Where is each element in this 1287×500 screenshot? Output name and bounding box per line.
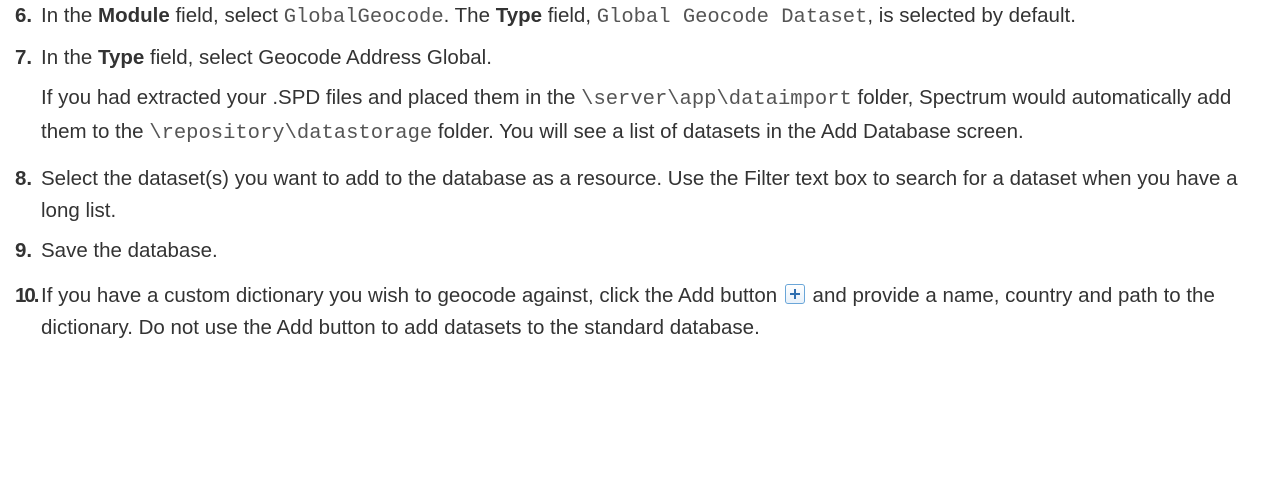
step-text: In the [41, 4, 98, 27]
step-text: field, select Geocode Address Global. [144, 46, 492, 69]
step-6: 6. In the Module field, select GlobalGeo… [15, 0, 1267, 34]
code-dataimport-path: \server\app\dataimport [581, 88, 852, 111]
step-text: Save the database. [41, 239, 218, 262]
para-text: If you had extracted your .SPD files and… [41, 86, 582, 109]
step-text: field, [542, 4, 597, 27]
document-body: 6. In the Module field, select GlobalGeo… [0, 0, 1287, 344]
bold-term-type: Type [495, 4, 543, 27]
plus-add-icon [784, 284, 805, 304]
step-10: 10. If you have a custom dictionary you … [15, 280, 1267, 344]
step-number: 10. [15, 284, 39, 307]
step-text: Select the dataset(s) you want to add to… [41, 167, 1238, 222]
bold-term-type: Type [98, 46, 145, 69]
step-number: 7. [15, 46, 33, 69]
step-text: If you have a custom dictionary you wish… [41, 284, 783, 307]
para-text: folder. You will see a list of datasets … [432, 120, 1024, 143]
step-number: 9. [15, 239, 33, 262]
code-dataset-type: Global Geocode Dataset [596, 6, 868, 29]
code-datastorage-path: \repository\datastorage [149, 122, 433, 145]
step-number: 6. [15, 4, 33, 27]
step-8: 8. Select the dataset(s) you want to add… [15, 163, 1267, 227]
code-globalgeocode: GlobalGeocode [283, 6, 444, 29]
step-number: 8. [15, 167, 33, 190]
step-7: 7. In the Type field, select Geocode Add… [15, 42, 1267, 150]
step-text: . The [443, 4, 496, 27]
step-9: 9. Save the database. [15, 235, 1267, 267]
step-text: , is selected by default. [867, 4, 1076, 27]
step-text: In the [41, 46, 98, 69]
bold-term-module: Module [98, 4, 170, 27]
step-text: field, select [169, 4, 284, 27]
step-7-paragraph: If you had extracted your .SPD files and… [41, 82, 1267, 150]
